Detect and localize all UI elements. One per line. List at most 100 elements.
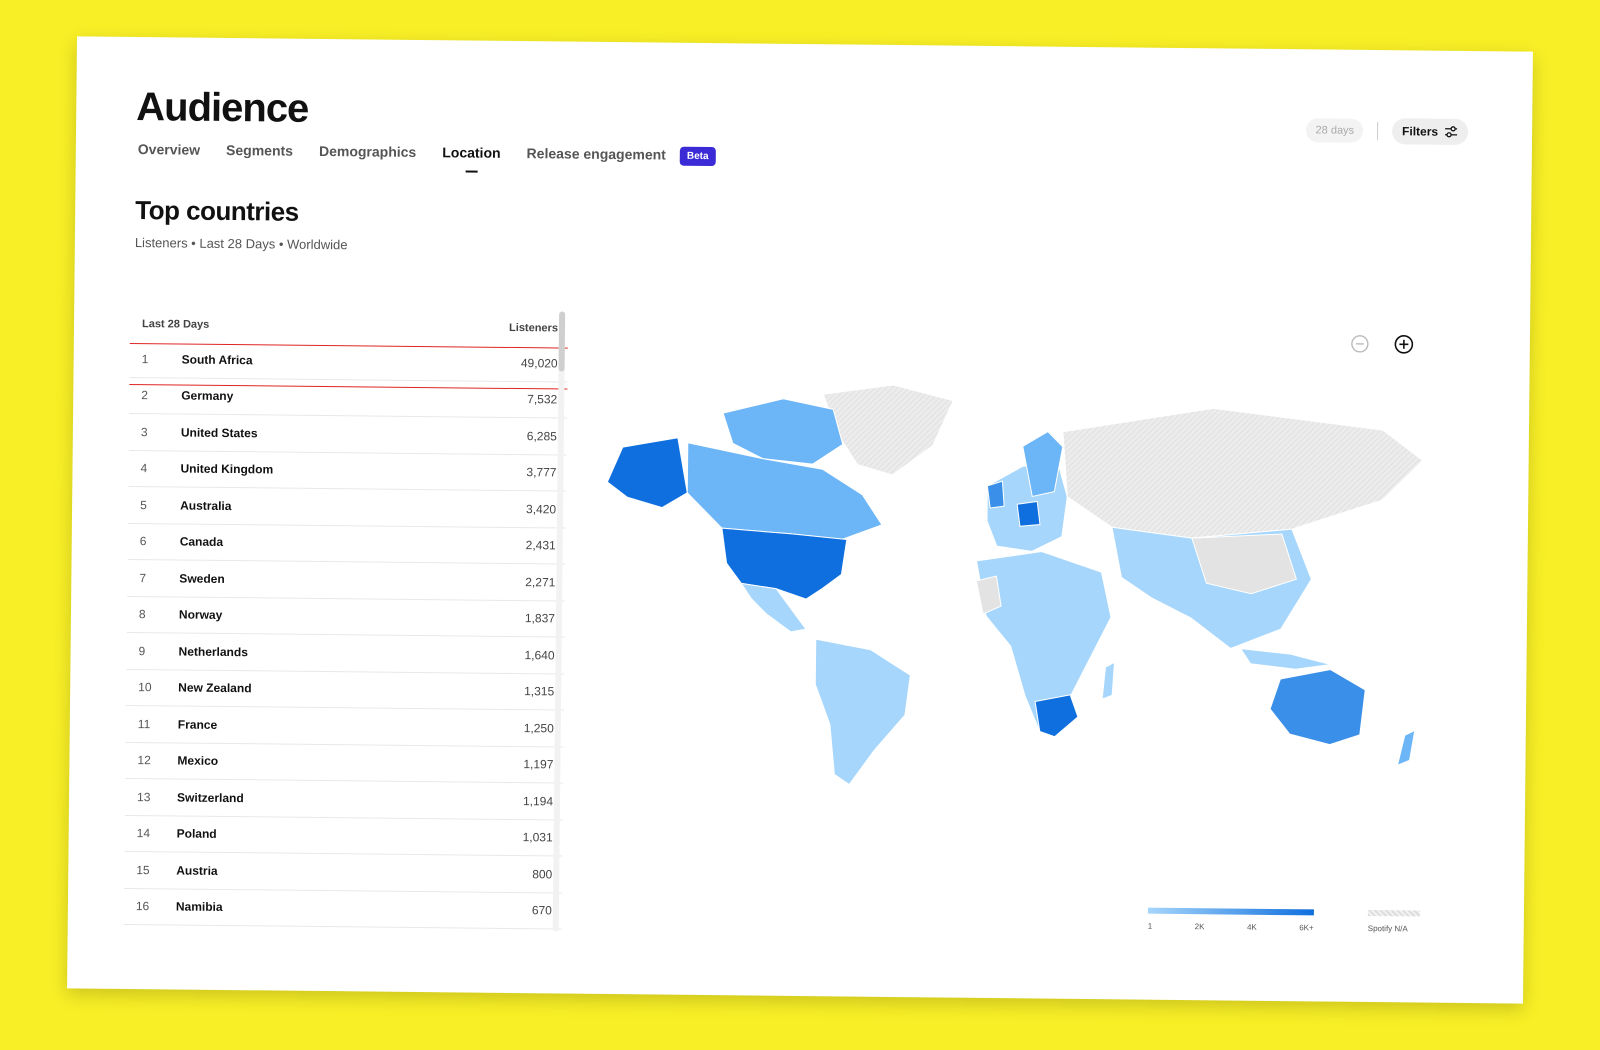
tab-location[interactable]: Location [442, 144, 501, 169]
row-listeners: 2,431 [525, 538, 556, 553]
legend-ticks: 1 2K 4K 6K+ [1148, 922, 1314, 933]
map-alaska[interactable] [606, 437, 688, 509]
row-rank: 5 [140, 497, 147, 512]
table-row[interactable]: 6 Canada 2,431 [127, 523, 566, 565]
row-country: New Zealand [178, 680, 252, 696]
row-country: Australia [180, 498, 232, 513]
header-listeners[interactable]: Listeners [509, 322, 558, 335]
section-title: Top countries [135, 195, 299, 227]
row-rank: 10 [138, 680, 152, 695]
table-row[interactable]: 11 France 1,250 [125, 705, 564, 748]
tab-bar: Overview Segments Demographics Location … [138, 141, 716, 171]
row-rank: 1 [141, 351, 149, 366]
section-subtitle: Listeners • Last 28 Days • Worldwide [134, 235, 348, 253]
row-listeners: 1,837 [524, 611, 556, 626]
map-indonesia[interactable] [1239, 648, 1331, 670]
table-row[interactable]: 1 South Africa 49,020 [129, 340, 568, 383]
table-header: Last 28 Days Listeners [130, 307, 568, 346]
row-rank: 4 [140, 461, 148, 476]
row-rank: 16 [135, 899, 150, 914]
legend-tick: 4K [1246, 922, 1257, 932]
row-listeners: 2,271 [525, 574, 556, 590]
table-row[interactable]: 2 Germany 7,532 [129, 377, 568, 419]
plus-circle-icon [1394, 335, 1414, 354]
table-row[interactable]: 10 New Zealand 1,315 [126, 669, 565, 711]
row-country: Poland [176, 826, 217, 842]
row-rank: 2 [141, 388, 149, 403]
map-united-kingdom[interactable] [986, 480, 1005, 509]
table-row[interactable]: 5 Australia 3,420 [127, 486, 567, 529]
table-row[interactable]: 14 Poland 1,031 [124, 815, 563, 857]
row-rank: 14 [136, 826, 151, 841]
row-listeners: 6,285 [526, 428, 557, 444]
map-australia[interactable] [1269, 669, 1366, 746]
row-rank: 3 [140, 424, 148, 439]
table-row[interactable]: 7 Sweden 2,271 [127, 559, 566, 602]
row-country: Switzerland [176, 790, 244, 805]
legend-tick: 1 [1147, 921, 1153, 931]
filters-button[interactable]: Filters [1391, 118, 1469, 145]
map-united-states[interactable] [721, 527, 848, 600]
row-country: Sweden [179, 571, 225, 586]
tab-segments[interactable]: Segments [226, 142, 293, 167]
map-greenland[interactable] [822, 384, 954, 476]
row-listeners: 1,197 [523, 757, 554, 772]
top-countries-table: Last 28 Days Listeners 1 South Africa 49,0… [123, 307, 569, 932]
header-period: Last 28 Days [141, 318, 210, 331]
tab-demographics[interactable]: Demographics [319, 143, 416, 168]
table-row[interactable]: 16 Namibia 670 [123, 888, 563, 930]
row-country: United Kingdom [180, 461, 274, 477]
top-controls: 28 days Filters [1306, 117, 1469, 145]
row-country: Norway [178, 607, 223, 623]
date-range-pill[interactable]: 28 days [1306, 118, 1364, 143]
tab-release-engagement[interactable]: Release engagement [526, 145, 666, 170]
row-listeners: 3,420 [525, 501, 557, 517]
row-listeners: 800 [532, 866, 553, 882]
row-rank: 12 [137, 753, 151, 768]
row-listeners: 7,532 [527, 392, 558, 407]
row-country: Netherlands [178, 644, 249, 659]
row-country: France [177, 717, 218, 732]
map-new-zealand[interactable] [1396, 729, 1416, 767]
row-listeners: 1,640 [524, 647, 555, 663]
divider [1376, 122, 1379, 141]
row-rank: 6 [139, 534, 147, 549]
map-legend: 1 2K 4K 6K+ Spotify N/A [1148, 907, 1438, 951]
table-row[interactable]: 12 Mexico 1,197 [125, 742, 564, 784]
scrollbar-thumb[interactable] [558, 311, 566, 372]
map-russia[interactable] [1062, 407, 1424, 541]
table-row[interactable]: 4 United Kingdom 3,777 [128, 450, 567, 492]
legend-tick: 2K [1194, 922, 1205, 932]
world-map[interactable] [589, 372, 1433, 801]
page-title: Audience [136, 85, 309, 131]
table-body: 1 South Africa 49,020 2 Germany 7,532 3 United … [123, 340, 568, 930]
table-row[interactable]: 9 Netherlands 1,640 [126, 632, 565, 675]
row-listeners: 1,194 [522, 793, 554, 809]
row-rank: 11 [137, 716, 151, 731]
map-south-america[interactable] [814, 638, 911, 786]
table-row[interactable]: 13 Switzerland 1,194 [124, 778, 564, 821]
row-rank: 7 [139, 570, 147, 585]
map-madagascar[interactable] [1101, 661, 1116, 700]
audience-panel: Audience Overview Segments Demographics … [67, 36, 1533, 1004]
table-row[interactable]: 3 United States 6,285 [128, 413, 568, 456]
row-country: Germany [181, 388, 234, 404]
row-listeners: 670 [531, 903, 552, 918]
row-listeners: 49,020 [520, 355, 558, 371]
tab-overview[interactable]: Overview [138, 141, 200, 166]
row-country: Austria [176, 863, 218, 878]
map-south-africa[interactable] [1034, 694, 1079, 738]
row-rank: 13 [136, 789, 151, 804]
row-listeners: 1,315 [524, 684, 555, 699]
map-germany[interactable] [1016, 500, 1041, 527]
table-row[interactable]: 8 Norway 1,837 [126, 596, 566, 638]
zoom-in-button[interactable] [1394, 334, 1414, 354]
legend-na-swatch [1367, 909, 1420, 917]
table-row[interactable]: 15 Austria 800 [124, 851, 563, 894]
zoom-out-button[interactable] [1350, 334, 1370, 354]
row-country: South Africa [181, 352, 253, 368]
minus-circle-icon [1351, 335, 1369, 353]
row-rank: 15 [136, 862, 150, 877]
row-listeners: 1,031 [522, 830, 553, 845]
row-rank: 9 [138, 643, 146, 658]
